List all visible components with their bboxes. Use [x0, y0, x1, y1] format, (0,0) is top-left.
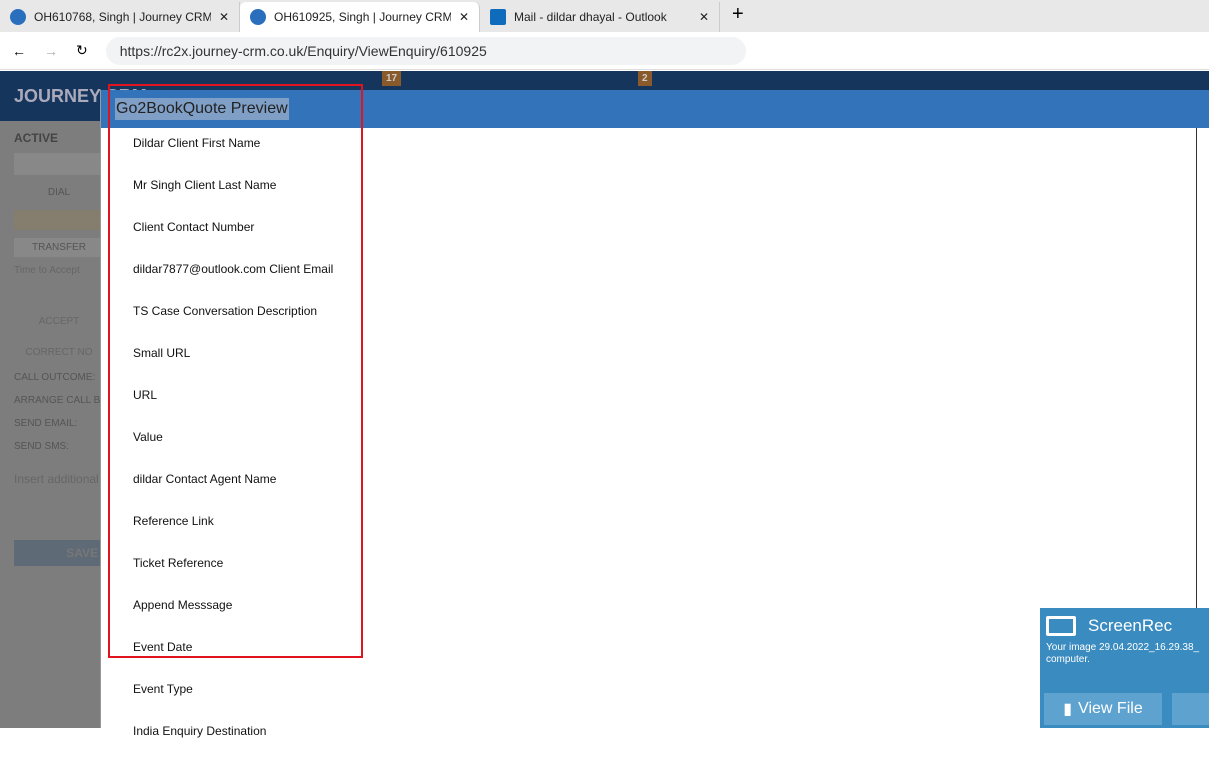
screenrec-notification: ScreenRec Your image 29.04.2022_16.29.38… [1040, 608, 1209, 728]
field-item: Ticket Reference [133, 556, 224, 570]
dial-button[interactable]: DIAL [14, 183, 104, 202]
outlook-icon [490, 9, 506, 25]
arrange-call-label: ARRANGE CALL B [14, 395, 101, 406]
new-tab-button[interactable]: + [720, 3, 756, 32]
field-item: URL [133, 388, 158, 402]
divider [1196, 128, 1197, 608]
journey-icon [250, 9, 266, 25]
close-icon[interactable]: ✕ [219, 10, 229, 24]
file-icon: ▮ [1063, 701, 1073, 718]
field-item: Reference Link [133, 514, 214, 528]
notes-textarea[interactable]: Insert additional [14, 472, 104, 532]
left-panel: ACTIVE DIAL TRANSFER Time to Accept ACCE… [14, 131, 104, 574]
field-item: Client Contact Number [133, 220, 255, 234]
badge: 2 [638, 71, 652, 86]
field-item: Small URL [133, 346, 191, 360]
screenrec-message: Your image 29.04.2022_16.29.38_ [1046, 642, 1200, 653]
back-icon[interactable]: ← [12, 43, 26, 59]
refresh-icon[interactable]: ↻ [76, 42, 88, 59]
status-label: ACTIVE [14, 131, 59, 145]
hold-button[interactable] [14, 210, 104, 230]
send-email-label: SEND EMAIL: [14, 418, 78, 429]
browser-tab-active[interactable]: OH610925, Singh | Journey CRM ✕ [240, 2, 480, 32]
modal-title: Go2BookQuote Preview [115, 98, 289, 120]
phone-input[interactable] [14, 153, 104, 175]
view-file-button[interactable]: ▮ View File [1044, 693, 1162, 725]
browser-tab-bar: OH610768, Singh | Journey CRM ✕ OH610925,… [0, 0, 1209, 32]
field-item: dildar7877@outlook.com Client Email [133, 262, 334, 276]
field-item: dildar Contact Agent Name [133, 472, 277, 486]
close-icon[interactable]: ✕ [699, 10, 709, 24]
call-outcome-label: CALL OUTCOME: [14, 372, 96, 383]
monitor-icon [1046, 616, 1076, 636]
accept-button[interactable]: ACCEPT [14, 316, 104, 327]
correct-no-button[interactable]: CORRECT NO [14, 347, 104, 358]
send-sms-label: SEND SMS: [14, 441, 70, 452]
transfer-button[interactable]: TRANSFER [14, 238, 104, 257]
screenrec-message-2: computer. [1046, 654, 1090, 665]
field-item: Mr Singh Client Last Name [133, 178, 277, 192]
modal-header: Go2BookQuote Preview [101, 90, 1209, 128]
save-button[interactable]: SAVE [14, 540, 104, 566]
gallery-button[interactable] [1172, 693, 1209, 725]
browser-tab[interactable]: OH610768, Singh | Journey CRM ✕ [0, 2, 240, 32]
url-field[interactable]: https://rc2x.journey-crm.co.uk/Enquiry/V… [105, 36, 746, 65]
field-item: Value [133, 430, 163, 444]
time-to-accept: Time to Accept [14, 265, 80, 276]
forward-icon[interactable]: → [44, 43, 58, 59]
field-item: TS Case Conversation Description [133, 304, 318, 318]
address-bar-row: ← → ↻ https://rc2x.journey-crm.co.uk/Enq… [0, 32, 1209, 70]
browser-tab[interactable]: Mail - dildar dhayal - Outlook ✕ [480, 2, 720, 32]
close-icon[interactable]: ✕ [459, 10, 469, 24]
field-item: Dildar Client First Name [133, 136, 261, 150]
journey-icon [10, 9, 26, 25]
badge: 17 [382, 71, 402, 86]
